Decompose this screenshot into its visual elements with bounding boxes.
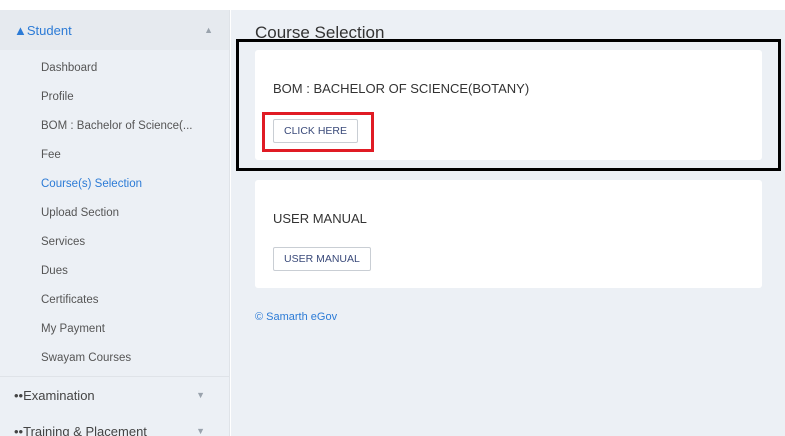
- sidebar-item-label: Dues: [41, 264, 68, 277]
- footer-link[interactable]: © Samarth eGov: [255, 311, 337, 323]
- group-icon: ••: [14, 423, 24, 436]
- sidebar-item-label: BOM : Bachelor of Science(...: [41, 119, 193, 132]
- sidebar-item-label: Course(s) Selection: [41, 177, 142, 190]
- sidebar-item-label: Services: [41, 235, 86, 248]
- sidebar-item-label: Fee: [41, 148, 61, 161]
- sidebar-item-swayam-courses[interactable]: Swayam Courses: [0, 343, 229, 372]
- sidebar-item-label: Upload Section: [41, 206, 119, 219]
- top-strip: [0, 0, 785, 10]
- sidebar-item-course-selection[interactable]: Course(s) Selection: [0, 169, 229, 198]
- examination-label: Examination: [23, 387, 95, 403]
- user-manual-button[interactable]: USER MANUAL: [273, 247, 371, 271]
- sidebar: ▲Student ▲ Dashboard Profile BOM : Bache…: [0, 10, 230, 436]
- user-manual-card-title: USER MANUAL: [273, 211, 367, 226]
- group-icon: ••: [14, 387, 24, 403]
- student-submenu: Dashboard Profile BOM : Bachelor of Scie…: [0, 50, 229, 372]
- sidebar-item-label: My Payment: [41, 322, 105, 335]
- student-section-label: Student: [26, 22, 72, 38]
- sidebar-item-label: Dashboard: [41, 61, 98, 74]
- sidebar-item-label: Profile: [41, 90, 74, 103]
- training-label: Training & Placement: [23, 423, 147, 436]
- sidebar-section-examination[interactable]: ••Examination ▼: [0, 377, 229, 413]
- sidebar-item-label: Swayam Courses: [41, 351, 132, 364]
- sidebar-item-my-payment[interactable]: My Payment: [0, 314, 229, 343]
- sidebar-section-student[interactable]: ▲Student ▲: [0, 10, 229, 50]
- sidebar-item-bom[interactable]: BOM : Bachelor of Science(...: [0, 111, 229, 140]
- chevron-down-icon: ▼: [196, 426, 205, 436]
- sidebar-item-fee[interactable]: Fee: [0, 140, 229, 169]
- sidebar-item-profile[interactable]: Profile: [0, 82, 229, 111]
- sidebar-item-services[interactable]: Services: [0, 227, 229, 256]
- highlight-box-red: [262, 112, 374, 152]
- user-icon: ▲: [14, 22, 27, 38]
- user-manual-card: USER MANUAL USER MANUAL: [255, 180, 762, 288]
- sidebar-item-dashboard[interactable]: Dashboard: [0, 53, 229, 82]
- sidebar-item-label: Certificates: [41, 293, 99, 306]
- chevron-down-icon: ▼: [196, 390, 205, 400]
- sidebar-item-certificates[interactable]: Certificates: [0, 285, 229, 314]
- sidebar-section-training[interactable]: ••Training & Placement ▼: [0, 413, 229, 436]
- sidebar-item-upload-section[interactable]: Upload Section: [0, 198, 229, 227]
- chevron-up-icon: ▲: [204, 25, 213, 35]
- sidebar-item-dues[interactable]: Dues: [0, 256, 229, 285]
